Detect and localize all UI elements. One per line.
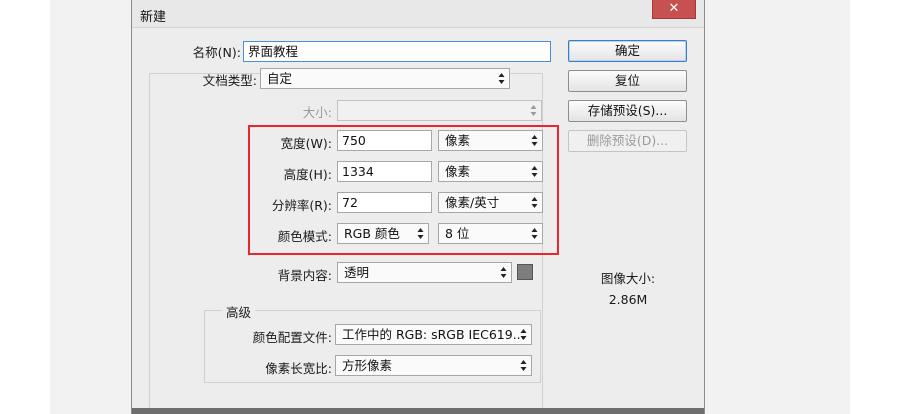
window-bottom-edge: [132, 408, 704, 414]
image-size-value: 2.86M: [608, 292, 648, 307]
pixel-aspect-select[interactable]: 方形像素: [335, 355, 532, 376]
close-button[interactable]: ✕: [652, 0, 696, 19]
size-label: 大小:: [302, 105, 332, 120]
image-size-label: 图像大小:: [600, 271, 656, 286]
dialog-content: 名称(N): 界面教程 文档类型: 自定 大小: 宽度(W): 750 像素 高…: [134, 28, 702, 408]
updown-arrows-icon: [530, 105, 537, 116]
background-value: 透明: [344, 265, 370, 280]
dialog-title: 新建: [140, 10, 167, 25]
size-select: [337, 100, 542, 121]
updown-arrows-icon: [498, 73, 505, 84]
background-label: 背景内容:: [277, 268, 332, 283]
updown-arrows-icon: [520, 360, 527, 371]
color-profile-select[interactable]: 工作中的 RGB: sRGB IEC619...: [335, 324, 532, 345]
updown-arrows-icon: [500, 267, 507, 278]
name-label: 名称(N):: [192, 45, 241, 60]
save-preset-button[interactable]: 存储预设(S)...: [568, 100, 687, 122]
pixel-aspect-label: 像素长宽比:: [265, 361, 332, 376]
title-bar[interactable]: 新建 ✕: [132, 0, 704, 28]
background-color-swatch[interactable]: [517, 264, 533, 280]
new-document-dialog: 新建 ✕ 名称(N): 界面教程 文档类型: 自定 大小: 宽度(W): 750…: [131, 0, 705, 414]
highlight-annotation-box: [248, 125, 559, 255]
updown-arrows-icon: [520, 329, 527, 340]
advanced-group-title: 高级: [222, 302, 256, 321]
doc-type-label: 文档类型:: [202, 73, 257, 88]
right-background: [705, 0, 850, 414]
color-profile-label: 颜色配置文件:: [252, 330, 332, 345]
background-select[interactable]: 透明: [337, 262, 512, 283]
color-profile-value: 工作中的 RGB: sRGB IEC619...: [342, 327, 525, 342]
doc-type-value: 自定: [267, 71, 293, 86]
name-input[interactable]: 界面教程: [243, 41, 551, 62]
pixel-aspect-value: 方形像素: [342, 358, 393, 373]
doc-type-select[interactable]: 自定: [260, 68, 510, 89]
reset-button[interactable]: 复位: [568, 70, 687, 92]
left-background: [50, 0, 131, 414]
delete-preset-button: 删除预设(D)...: [568, 130, 687, 152]
ok-button[interactable]: 确定: [568, 40, 687, 62]
